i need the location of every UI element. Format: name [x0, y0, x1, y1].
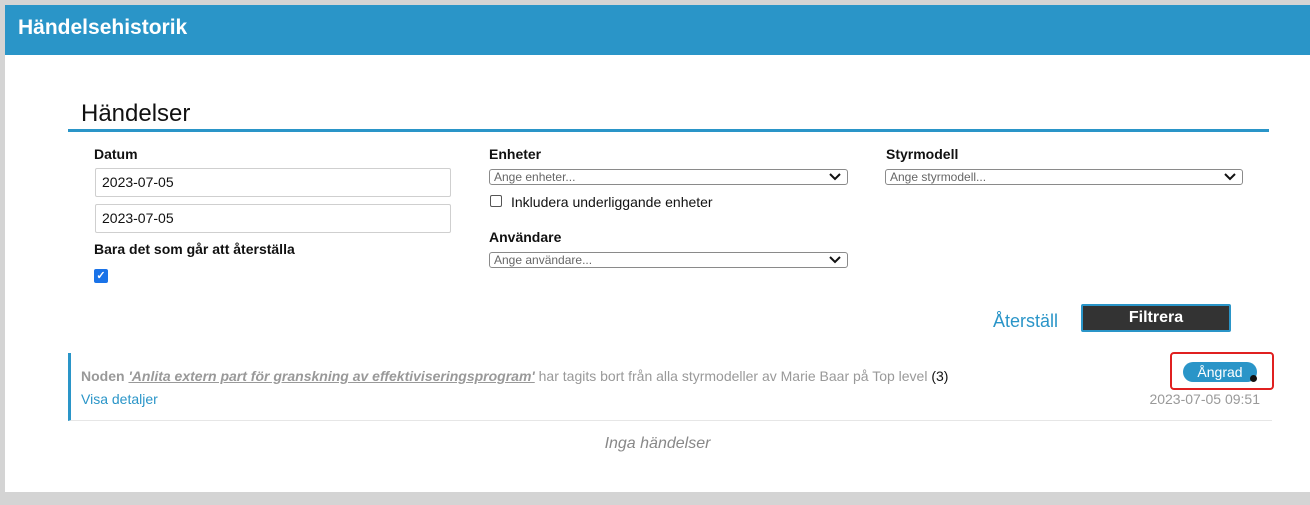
date-from-input[interactable]: 2023-07-05 [95, 168, 451, 197]
section-title: Händelser [81, 100, 191, 127]
include-sub-units-label: Inkludera underliggande enheter [511, 194, 713, 210]
restorable-only-checkbox[interactable]: ✓ [94, 269, 108, 283]
restorable-only-label: Bara det som går att återställa [94, 241, 295, 257]
users-select-placeholder: Ange användare... [494, 253, 593, 267]
event-prefix: Noden [81, 368, 125, 384]
users-label: Användare [489, 229, 562, 245]
filter-button[interactable]: Filtrera [1081, 304, 1231, 332]
date-label: Datum [94, 146, 138, 162]
event-node-name: 'Anlita extern part för granskning av ef… [128, 368, 535, 384]
event-history-window: Händelsehistorik Händelser Datum 2023-07… [5, 5, 1310, 492]
undo-button[interactable]: Ångrad [1183, 362, 1257, 382]
cursor-icon [1250, 375, 1257, 382]
users-select[interactable]: Ange användare... [489, 252, 848, 268]
units-select-placeholder: Ange enheter... [494, 170, 576, 184]
include-sub-units-checkbox[interactable] [490, 195, 502, 207]
units-select[interactable]: Ange enheter... [489, 169, 848, 185]
chevron-down-icon [829, 173, 841, 181]
chevron-down-icon [829, 256, 841, 264]
model-label: Styrmodell [886, 146, 959, 162]
model-select-placeholder: Ange styrmodell... [890, 170, 987, 184]
date-to-input[interactable]: 2023-07-05 [95, 204, 451, 233]
event-text: har tagits bort från alla styrmodeller a… [538, 368, 928, 384]
event-description: Noden 'Anlita extern part för granskning… [81, 368, 948, 384]
show-details-link[interactable]: Visa detaljer [81, 391, 158, 407]
units-label: Enheter [489, 146, 542, 162]
reset-link[interactable]: Återställ [993, 311, 1058, 332]
title-bar: Händelsehistorik [5, 5, 1310, 55]
empty-message: Inga händelser [604, 435, 711, 452]
chevron-down-icon [1224, 173, 1236, 181]
section-divider [68, 129, 1269, 132]
window-title: Händelsehistorik [18, 16, 188, 39]
event-count: (3) [931, 368, 949, 384]
model-select[interactable]: Ange styrmodell... [885, 169, 1243, 185]
event-timestamp: 2023-07-05 09:51 [1149, 391, 1260, 407]
event-item: Noden 'Anlita extern part för granskning… [68, 353, 1272, 421]
